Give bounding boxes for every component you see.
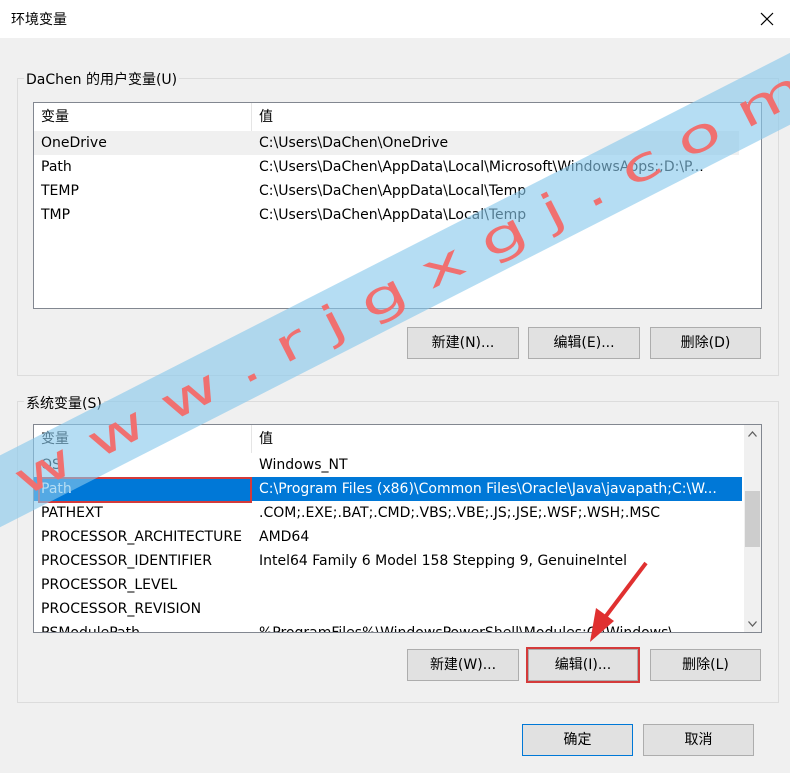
title-bar: 环境变量 xyxy=(0,0,790,38)
scroll-thumb[interactable] xyxy=(745,491,760,547)
system-vars-list[interactable]: 变量 值 OS Windows_NT Path C:\Program Files… xyxy=(33,424,762,633)
column-header-variable[interactable]: 变量 xyxy=(34,425,251,453)
var-name: PATHEXT xyxy=(41,505,103,521)
table-row[interactable]: TMP C:\Users\DaChen\AppData\Local\Temp xyxy=(34,203,761,227)
var-value: %ProgramFiles%\WindowsPowerShell\Modules… xyxy=(259,625,687,633)
var-name: PROCESSOR_ARCHITECTURE xyxy=(41,529,242,545)
system-vars-label: 系统变量(S) xyxy=(24,393,104,413)
window-title: 环境变量 xyxy=(11,12,67,28)
var-value: C:\Users\DaChen\AppData\Local\Temp xyxy=(259,183,527,199)
table-row[interactable]: PROCESSOR_IDENTIFIER Intel64 Family 6 Mo… xyxy=(34,549,761,573)
system-new-button[interactable]: 新建(W)... xyxy=(407,649,519,681)
system-delete-button[interactable]: 删除(L) xyxy=(650,649,761,681)
user-vars-rows: OneDrive C:\Users\DaChen\OneDrive Path C… xyxy=(34,131,761,227)
var-name: TEMP xyxy=(41,183,79,199)
var-name: OS xyxy=(41,457,61,473)
cancel-button[interactable]: 取消 xyxy=(643,724,754,756)
var-name: PROCESSOR_LEVEL xyxy=(41,577,178,593)
column-header-value[interactable]: 值 xyxy=(252,425,742,453)
var-value: C:\Users\DaChen\OneDrive xyxy=(259,135,449,151)
user-vars-list[interactable]: 变量 值 OneDrive C:\Users\DaChen\OneDrive P… xyxy=(33,102,762,309)
table-row[interactable]: PROCESSOR_REVISION xyxy=(34,597,761,621)
var-name: OneDrive xyxy=(41,135,107,151)
table-row[interactable]: OS Windows_NT xyxy=(34,453,761,477)
chevron-down-icon xyxy=(748,620,757,627)
system-edit-button[interactable]: 编辑(I)... xyxy=(526,647,640,683)
var-value: Intel64 Family 6 Model 158 Stepping 9, G… xyxy=(259,553,628,569)
var-value: .COM;.EXE;.BAT;.CMD;.VBS;.VBE;.JS;.JSE;.… xyxy=(259,505,661,521)
chevron-up-icon xyxy=(748,430,757,437)
var-name: Path xyxy=(41,159,72,175)
table-row[interactable]: PROCESSOR_LEVEL xyxy=(34,573,761,597)
column-header-value[interactable]: 值 xyxy=(252,103,757,131)
user-delete-button[interactable]: 删除(D) xyxy=(650,327,761,359)
var-name: PROCESSOR_REVISION xyxy=(41,601,202,617)
path-highlight-box xyxy=(38,477,252,503)
var-value xyxy=(252,573,742,597)
var-name: TMP xyxy=(41,207,71,223)
user-edit-button[interactable]: 编辑(E)... xyxy=(528,327,640,359)
close-icon xyxy=(760,12,774,26)
system-vars-header: 变量 值 xyxy=(34,425,761,453)
system-vars-scrollbar[interactable] xyxy=(744,425,761,632)
table-row[interactable]: PROCESSOR_ARCHITECTURE AMD64 xyxy=(34,525,761,549)
close-button[interactable] xyxy=(744,0,790,38)
table-row[interactable]: PATHEXT .COM;.EXE;.BAT;.CMD;.VBS;.VBE;.J… xyxy=(34,501,761,525)
table-row[interactable]: OneDrive C:\Users\DaChen\OneDrive xyxy=(34,131,739,155)
var-value xyxy=(252,597,742,621)
user-new-button[interactable]: 新建(N)... xyxy=(407,327,519,359)
user-vars-header: 变量 值 xyxy=(34,103,761,131)
user-vars-label: DaChen 的用户变量(U) xyxy=(24,69,180,89)
scroll-up-button[interactable] xyxy=(744,425,761,442)
var-value: AMD64 xyxy=(259,529,310,545)
table-row[interactable]: Path C:\Users\DaChen\AppData\Local\Micro… xyxy=(34,155,761,179)
var-value: C:\Program Files (x86)\Common Files\Orac… xyxy=(259,481,717,497)
table-row[interactable]: TEMP C:\Users\DaChen\AppData\Local\Temp xyxy=(34,179,761,203)
var-value: C:\Users\DaChen\AppData\Local\Temp xyxy=(259,207,527,223)
var-name: PROCESSOR_IDENTIFIER xyxy=(41,553,212,569)
ok-button[interactable]: 确定 xyxy=(522,724,633,756)
var-value: C:\Users\DaChen\AppData\Local\Microsoft\… xyxy=(259,159,704,175)
var-value: Windows_NT xyxy=(259,457,348,473)
var-name: PSModulePath xyxy=(41,625,140,633)
table-row[interactable]: PSModulePath %ProgramFiles%\WindowsPower… xyxy=(34,621,761,633)
column-header-variable[interactable]: 变量 xyxy=(34,103,251,131)
scroll-down-button[interactable] xyxy=(744,615,761,632)
